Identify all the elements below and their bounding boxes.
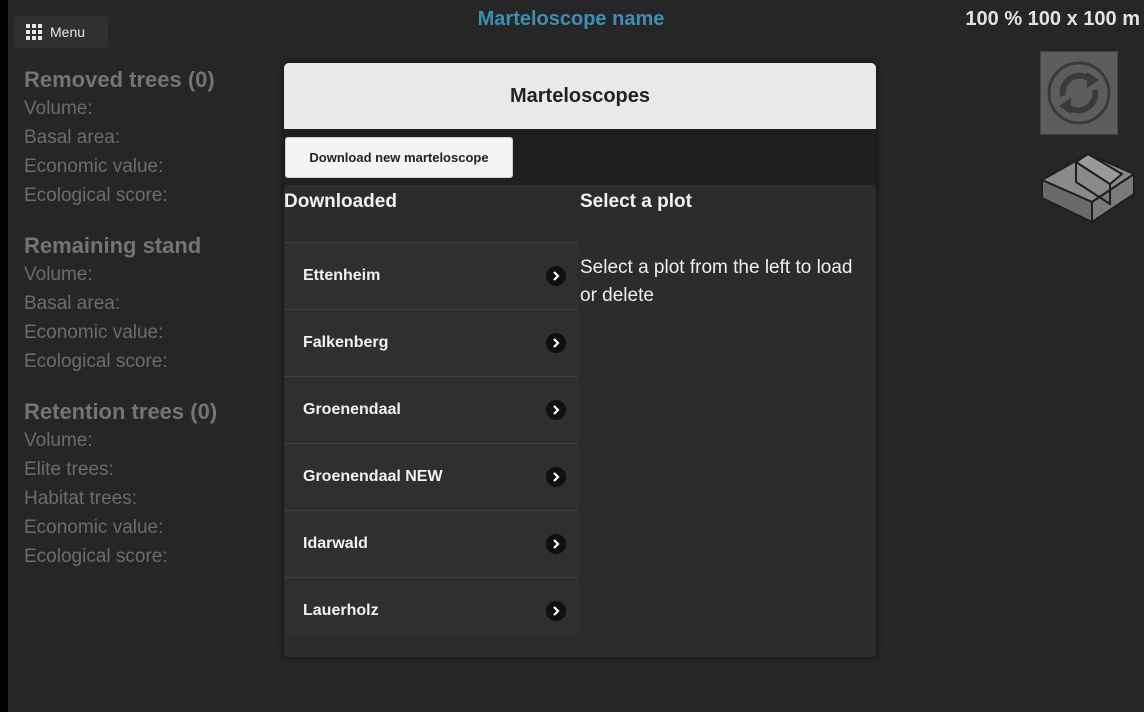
retention-trees-group: Retention trees (0) Volume: Elite trees:…: [24, 398, 217, 571]
remaining-stand-title: Remaining stand: [24, 233, 202, 258]
plot-item-ettenheim[interactable]: Ettenheim: [284, 242, 578, 309]
plot-item-lauerholz[interactable]: Lauerholz: [284, 577, 578, 635]
select-plot-hint: Select a plot from the left to load or d…: [580, 257, 853, 306]
downloaded-column: Downloaded Ettenheim Falkenberg Groenend…: [284, 185, 578, 635]
remaining-stand-group: Remaining stand Volume: Basal area: Econ…: [24, 232, 217, 376]
eraser-icon: [1039, 152, 1137, 224]
plot-label: Groenendaal NEW: [303, 468, 443, 485]
plot-label: Lauerholz: [303, 602, 379, 619]
chevron-right-icon: [546, 266, 566, 286]
dialog-title: Marteloscopes: [284, 63, 876, 129]
stat-row: Elite trees:: [24, 459, 114, 480]
stat-row: Economic value:: [24, 517, 164, 538]
downloaded-heading: Downloaded: [284, 191, 397, 212]
dialog-toolbar: Download new marteloscope: [284, 129, 876, 185]
plot-label: Groenendaal: [303, 401, 401, 418]
stat-row: Volume:: [24, 430, 93, 451]
stat-row: Economic value:: [24, 322, 164, 343]
chevron-right-icon: [546, 333, 566, 353]
chevron-right-icon: [546, 534, 566, 554]
sync-button[interactable]: [1040, 51, 1118, 135]
plot-item-falkenberg[interactable]: Falkenberg: [284, 309, 578, 376]
eraser-button[interactable]: [1038, 140, 1138, 226]
stat-row: Ecological score:: [24, 185, 168, 206]
stat-row: Habitat trees:: [24, 488, 137, 509]
stat-row: Basal area:: [24, 293, 121, 314]
stat-row: Volume:: [24, 98, 93, 119]
retention-trees-title: Retention trees (0): [24, 399, 218, 424]
chevron-right-icon: [546, 400, 566, 420]
plot-item-idarwald[interactable]: Idarwald: [284, 510, 578, 577]
sync-icon: [1047, 61, 1111, 125]
removed-trees-title: Removed trees (0): [24, 67, 215, 92]
removed-trees-group: Removed trees (0) Volume: Basal area: Ec…: [24, 66, 217, 210]
stat-row: Economic value:: [24, 156, 164, 177]
plot-item-groenendaal[interactable]: Groenendaal: [284, 376, 578, 443]
marteloscopes-dialog: Marteloscopes Download new marteloscope …: [284, 63, 876, 657]
chevron-right-icon: [546, 467, 566, 487]
download-marteloscope-button[interactable]: Download new marteloscope: [285, 137, 513, 178]
plot-item-groenendaal-new[interactable]: Groenendaal NEW: [284, 443, 578, 510]
stat-row: Ecological score:: [24, 546, 168, 567]
chevron-right-icon: [546, 601, 566, 621]
stat-row: Ecological score:: [24, 351, 168, 372]
select-plot-column: Select a plot Select a plot from the lef…: [580, 185, 876, 310]
stat-row: Volume:: [24, 264, 93, 285]
scale-readout: 100 % 100 x 100 m: [965, 8, 1140, 30]
select-plot-heading: Select a plot: [580, 191, 692, 212]
plot-label: Falkenberg: [303, 334, 389, 351]
app-window: Menu Marteloscope name 100 % 100 x 100 m…: [8, 0, 1144, 712]
stat-row: Basal area:: [24, 127, 121, 148]
plot-label: Idarwald: [303, 535, 368, 552]
plot-list: Ettenheim Falkenberg Groenendaal Groenen…: [284, 242, 578, 635]
plot-label: Ettenheim: [303, 267, 381, 284]
stats-panel: Removed trees (0) Volume: Basal area: Ec…: [24, 66, 217, 593]
